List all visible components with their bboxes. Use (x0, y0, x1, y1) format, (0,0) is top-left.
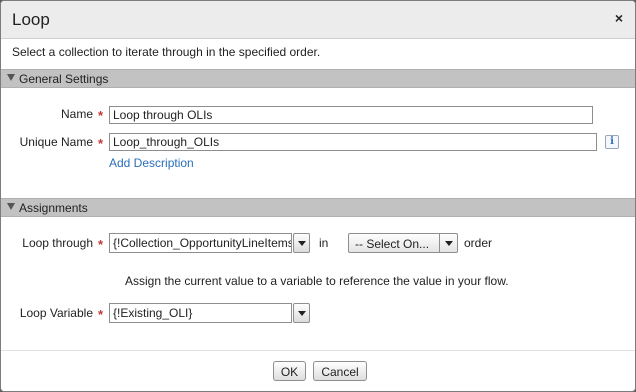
loop-variable-required-icon: * (98, 307, 104, 322)
collapse-triangle-icon[interactable] (7, 203, 15, 210)
collapse-triangle-icon[interactable] (7, 74, 15, 81)
cancel-button[interactable]: Cancel (313, 361, 367, 381)
chevron-down-icon (298, 311, 306, 316)
assignments-header[interactable]: Assignments (1, 198, 635, 217)
dialog-title: Loop (12, 10, 50, 29)
ok-button[interactable]: OK (273, 361, 306, 381)
footer-divider (1, 350, 635, 351)
in-text: in (319, 236, 329, 250)
unique-name-required-icon: * (98, 136, 104, 151)
name-required-icon: * (98, 108, 104, 123)
loop-variable-label: Loop Variable (19, 306, 93, 320)
sort-order-select[interactable]: -- Select On... (348, 233, 458, 253)
unique-name-input[interactable] (109, 133, 597, 151)
name-input[interactable] (109, 106, 593, 124)
dialog-titlebar: Loop × (1, 1, 635, 39)
chevron-down-icon (298, 241, 306, 246)
loop-variable-combobox: {!Existing_OLI} (109, 303, 311, 323)
loop-through-combobox: {!Collection_OpportunityLineItems} (109, 233, 311, 253)
loop-through-required-icon: * (98, 237, 104, 252)
assignment-hint: Assign the current value to a variable t… (125, 274, 509, 288)
info-icon[interactable]: i (605, 135, 619, 149)
select-divider (439, 234, 440, 252)
chevron-down-icon (445, 241, 453, 246)
sort-order-select-value: -- Select On... (355, 237, 430, 251)
close-icon[interactable]: × (615, 10, 623, 26)
dialog-description: Select a collection to iterate through i… (12, 45, 321, 59)
loop-through-label: Loop through (22, 236, 93, 250)
loop-through-dropdown-button[interactable] (293, 233, 310, 253)
loop-dialog: Loop × Select a collection to iterate th… (0, 0, 636, 392)
general-settings-header[interactable]: General Settings (1, 69, 635, 88)
add-description-link[interactable]: Add Description (109, 156, 194, 170)
loop-variable-dropdown-button[interactable] (293, 303, 310, 323)
general-settings-label: General Settings (19, 72, 109, 86)
unique-name-label: Unique Name (19, 135, 93, 149)
name-label: Name (60, 107, 93, 121)
order-text: order (464, 236, 493, 250)
assignments-label: Assignments (19, 201, 88, 215)
loop-through-input[interactable]: {!Collection_OpportunityLineItems} (109, 233, 292, 253)
loop-variable-input[interactable]: {!Existing_OLI} (109, 303, 292, 323)
